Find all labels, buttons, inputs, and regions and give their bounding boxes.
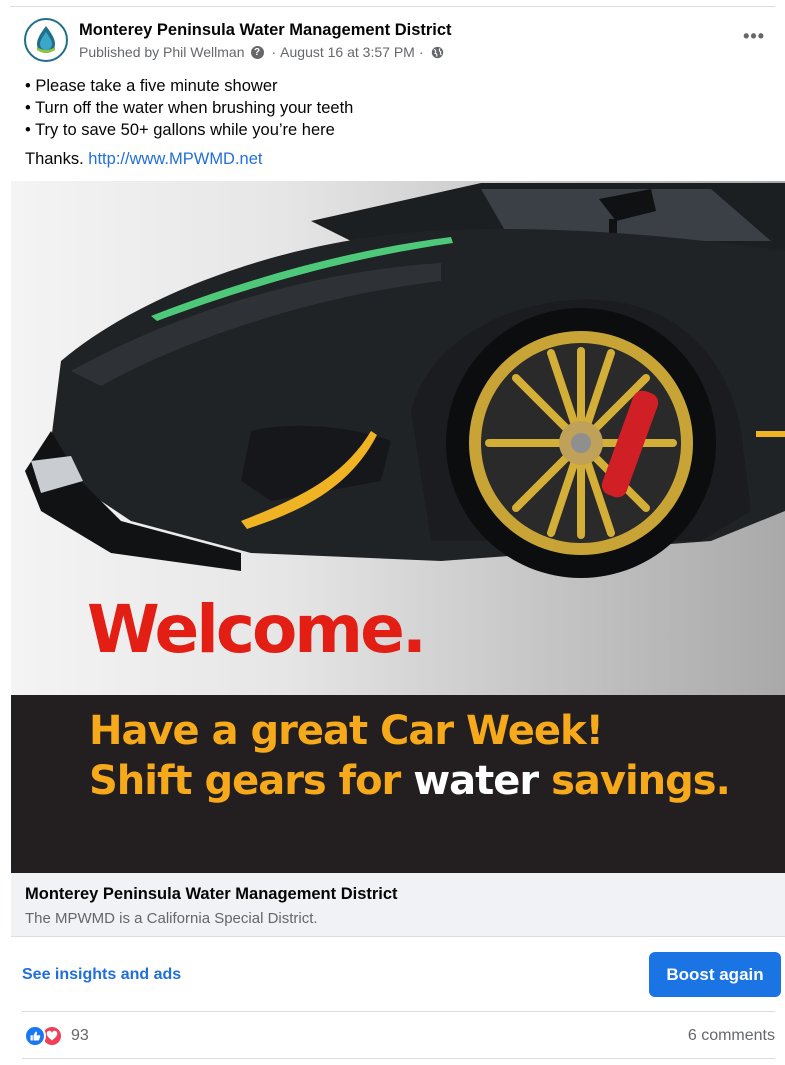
see-insights-link[interactable]: See insights and ads	[22, 966, 181, 984]
globe-icon[interactable]	[431, 46, 444, 59]
more-options-button[interactable]: •••	[743, 26, 765, 47]
post-bullet: • Turn off the water when brushing your …	[25, 99, 354, 117]
reaction-summary[interactable]: 93	[24, 1025, 89, 1047]
published-by[interactable]: Published by Phil Wellman	[79, 44, 245, 60]
post-date[interactable]: August 16 at 3:57 PM	[280, 44, 415, 60]
tagline-part: Shift gears for	[89, 758, 401, 804]
link-preview[interactable]: Monterey Peninsula Water Management Dist…	[11, 873, 785, 937]
separator-dot: ·	[418, 44, 424, 60]
post-bullet: • Please take a five minute shower	[25, 77, 278, 95]
divider	[22, 1058, 775, 1059]
car-photo: Welcome.	[11, 181, 785, 695]
page-name[interactable]: Monterey Peninsula Water Management Dist…	[79, 21, 452, 40]
reaction-count: 93	[71, 1027, 89, 1044]
post-header: Monterey Peninsula Water Management Dist…	[24, 18, 765, 66]
divider	[22, 1011, 775, 1012]
question-icon[interactable]: ?	[250, 45, 264, 59]
post-text: • Please take a five minute shower • Tur…	[25, 75, 765, 170]
top-divider	[10, 6, 775, 7]
welcome-headline: Welcome.	[87, 591, 427, 668]
tagline-part-highlight: water	[413, 758, 539, 804]
tagline-line-1: Have a great Car Week!	[89, 708, 604, 754]
separator-dot: ·	[271, 44, 277, 60]
water-drop-logo-icon	[28, 22, 64, 58]
post-image[interactable]: Welcome. Have a great Car Week! Shift ge…	[11, 181, 785, 873]
page-avatar[interactable]	[24, 18, 68, 62]
website-link[interactable]: http://www.MPWMD.net	[88, 150, 262, 168]
thanks-text: Thanks.	[25, 150, 84, 168]
link-preview-description: The MPWMD is a California Special Distri…	[25, 910, 318, 927]
like-icon	[24, 1025, 46, 1047]
tagline-part: savings.	[551, 758, 731, 804]
comments-count[interactable]: 6 comments	[688, 1027, 775, 1045]
post-meta: Published by Phil Wellman ? · August 16 …	[79, 44, 444, 60]
link-preview-title: Monterey Peninsula Water Management Dist…	[25, 885, 398, 903]
boost-again-button[interactable]: Boost again	[649, 952, 781, 997]
tagline-line-2: Shift gears for water savings.	[89, 758, 731, 804]
post-thanks-line: Thanks. http://www.MPWMD.net	[25, 148, 765, 170]
post-bullet: • Try to save 50+ gallons while you’re h…	[25, 121, 335, 139]
